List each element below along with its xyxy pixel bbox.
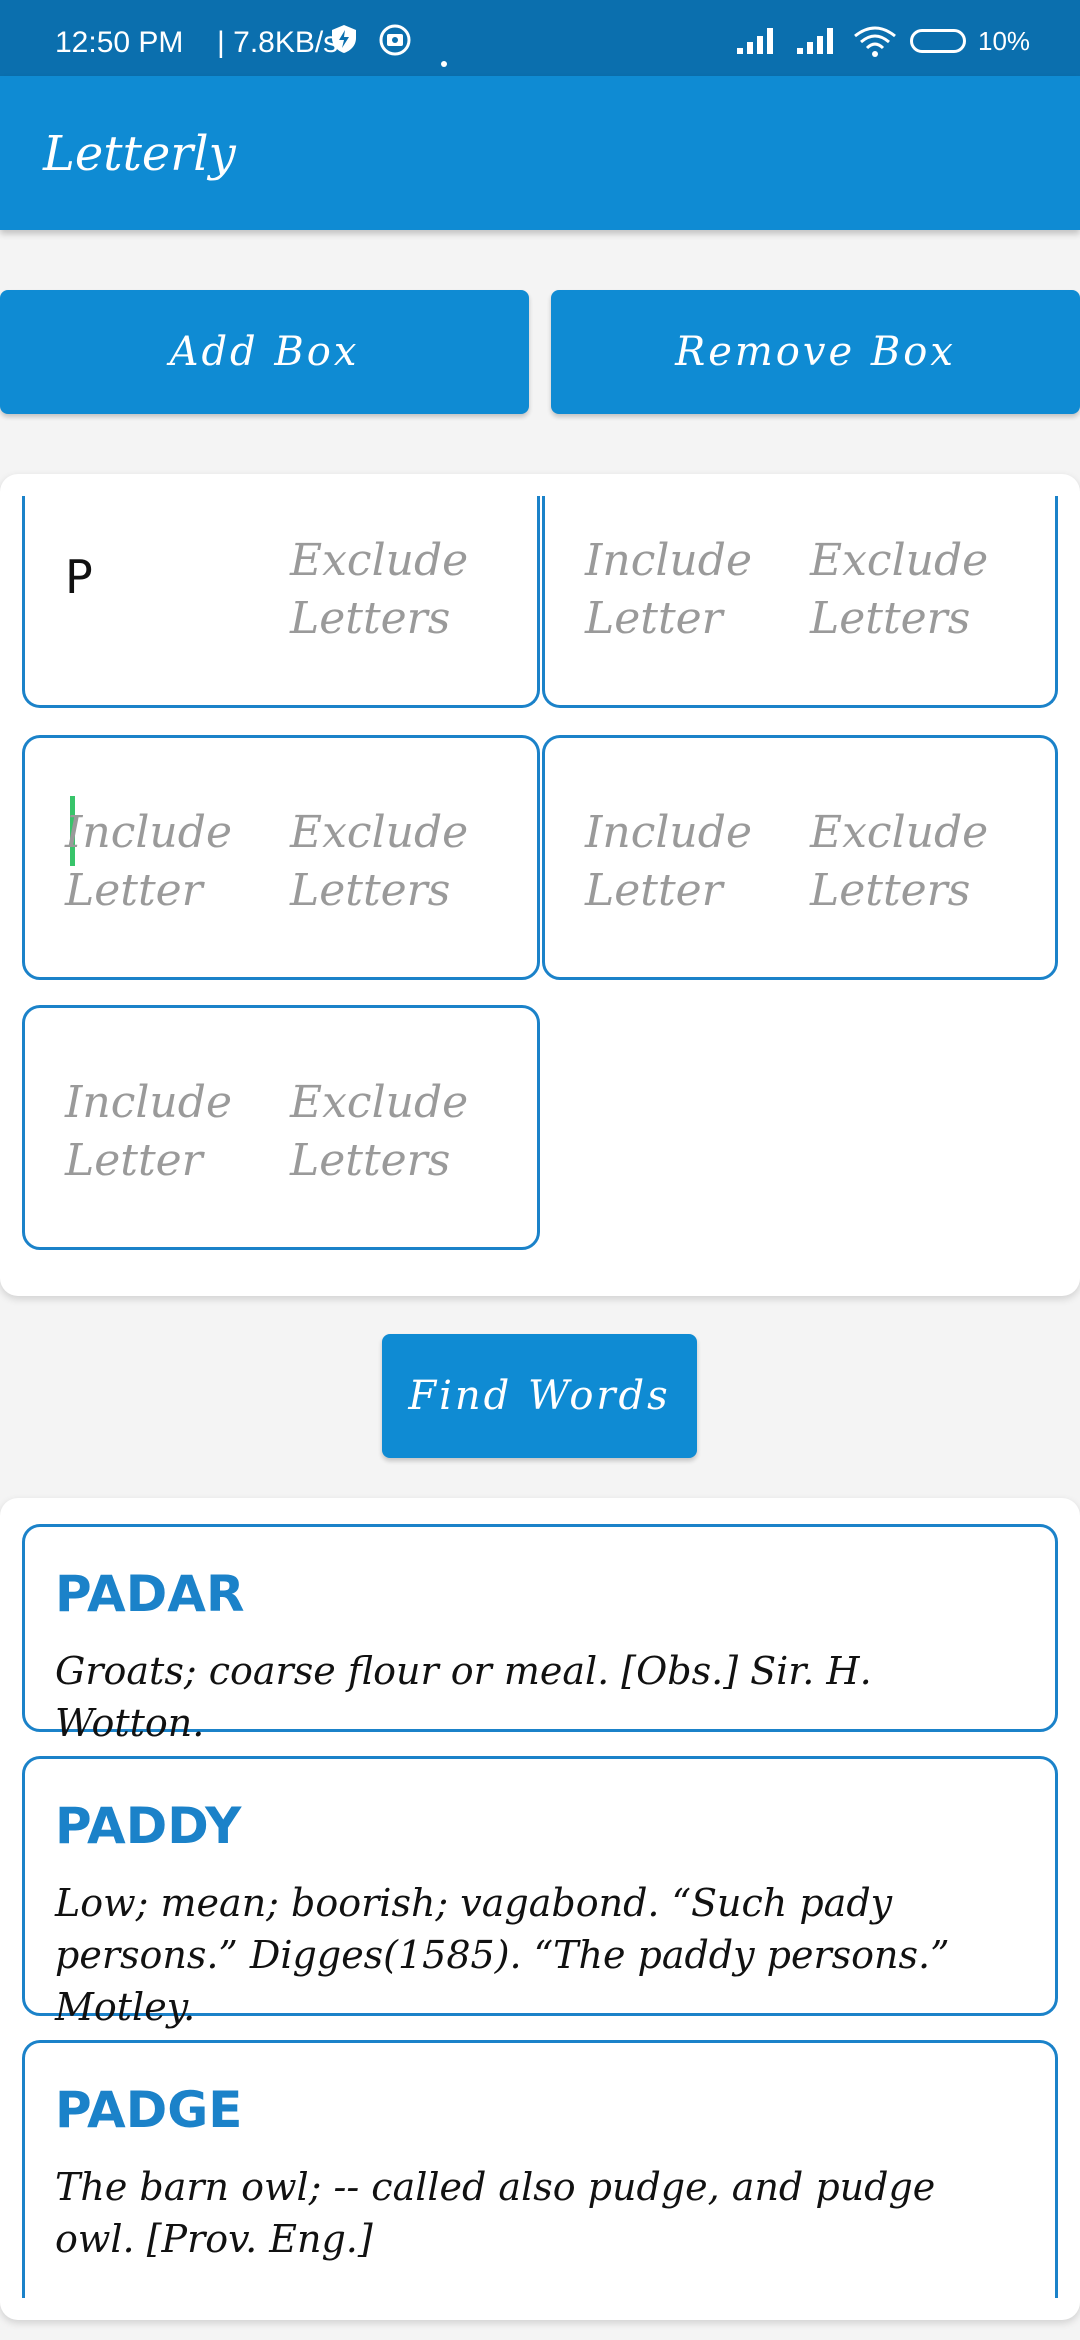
exclude-letters-input[interactable]: Exclude Letters <box>290 1074 470 1190</box>
result-definition: The barn owl; -- called also pudge, and … <box>55 2165 936 2261</box>
wifi-icon <box>852 24 898 66</box>
result-item[interactable]: PADDY Low; mean; boorish; vagabond. “Suc… <box>22 1756 1058 2029</box>
app-bar: Letterly <box>0 76 1080 230</box>
result-definition: Low; mean; boorish; vagabond. “Such pady… <box>55 1881 950 2029</box>
signal-icon-2 <box>795 24 841 64</box>
include-letter-input[interactable]: Include Letter <box>585 532 765 648</box>
result-word: PADAR <box>55 1565 245 1623</box>
battery-level: 10% <box>978 26 1031 56</box>
result-item[interactable]: PADGE The barn owl; -- called also pudge… <box>22 2040 1058 2298</box>
letter-box[interactable]: Include Letter Exclude Letters <box>22 1005 540 1250</box>
include-letter-input[interactable]: P <box>65 548 245 606</box>
signal-icon <box>735 24 781 64</box>
result-word: PADGE <box>55 2081 243 2139</box>
exclude-letters-input[interactable]: Exclude Letters <box>290 532 470 648</box>
exclude-letters-input[interactable]: Exclude Letters <box>810 532 990 648</box>
remove-box-button[interactable]: Remove Box <box>551 290 1080 414</box>
letter-box[interactable]: Include Letter Exclude Letters <box>542 735 1058 980</box>
battery-icon <box>910 29 966 53</box>
result-item[interactable]: PADAR Groats; coarse flour or meal. [Obs… <box>22 1524 1058 1745</box>
screen-record-icon <box>378 24 412 64</box>
exclude-letters-input[interactable]: Exclude Letters <box>810 804 990 920</box>
notification-dot-icon <box>440 42 448 76</box>
result-word: PADDY <box>55 1797 242 1855</box>
letter-box[interactable]: Include Letter Exclude Letters <box>22 735 540 980</box>
letter-box[interactable]: P Exclude Letters <box>22 496 540 708</box>
status-bar: 12:50 PM | 7.8KB/s 10% <box>0 0 1080 76</box>
add-box-button[interactable]: Add Box <box>0 290 529 414</box>
data-saver-icon <box>330 24 358 62</box>
exclude-letters-input[interactable]: Exclude Letters <box>290 804 470 920</box>
app-title: Letterly <box>43 126 236 182</box>
find-words-button[interactable]: Find Words <box>382 1334 697 1458</box>
include-letter-input[interactable]: Include Letter <box>585 804 765 920</box>
letter-boxes-card: P Exclude Letters Include Letter Exclude… <box>0 474 1080 1296</box>
result-definition: Groats; coarse flour or meal. [Obs.] Sir… <box>55 1649 872 1745</box>
network-speed: | 7.8KB/s <box>217 26 339 59</box>
results-card: PADAR Groats; coarse flour or meal. [Obs… <box>0 1498 1080 2320</box>
include-letter-input[interactable]: Include Letter <box>65 1074 245 1190</box>
status-time: 12:50 PM <box>55 26 184 59</box>
letter-box[interactable]: Include Letter Exclude Letters <box>542 496 1058 708</box>
include-letter-input[interactable]: Include Letter <box>65 804 245 920</box>
